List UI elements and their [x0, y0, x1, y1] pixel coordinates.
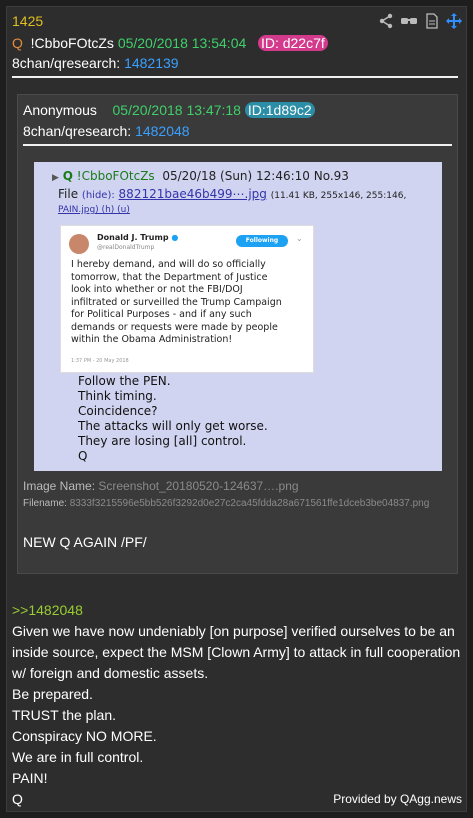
quoted-author: Anonymous — [23, 102, 97, 118]
quoted-id-badge[interactable]: ID:1d89c2 — [244, 102, 315, 118]
tweet-text: I hereby demand, and will do so official… — [71, 259, 282, 345]
quoted-board: 8chan/qresearch: — [23, 123, 132, 139]
post-toolbar — [378, 13, 462, 29]
quoted-post: Anonymous 05/20/2018 13:47:18 ID:1d89c2 … — [17, 94, 458, 574]
tweet-name: Donald J. Trump ● — [97, 233, 179, 242]
image-caption: Follow the PEN. Think timing. Coincidenc… — [78, 374, 268, 463]
collapse-arrow-icon: ▶ — [52, 173, 59, 183]
image-hide: (hide): — [81, 190, 115, 201]
image-q: Q — [62, 169, 73, 183]
body-line: We are in full control. — [12, 749, 144, 765]
image-file-info: (11.41 KB, 255x146, 255:146, — [270, 191, 407, 201]
post-number: 1425 — [12, 13, 44, 29]
glasses-icon[interactable] — [400, 13, 418, 29]
image-trip: !CbboFOtcZs — [76, 169, 155, 183]
image-name-row: Image Name: Screenshot_20180520-124637….… — [23, 479, 299, 493]
post-body: >>1482048 Given we have now undeniably [… — [12, 600, 460, 810]
tripcode: !CbboFOtcZs — [30, 35, 114, 51]
image-line-2: File (hide): 882121bae46b499⋯.jpg (11.41… — [58, 187, 406, 201]
filename-value: 8333f3215596e5bb526f3292d0e27c2ca45fdda2… — [69, 498, 430, 509]
board-name: 8chan/qresearch: — [12, 55, 121, 71]
quoted-text: NEW Q AGAIN /PF/ — [23, 534, 147, 550]
body-line: PAIN! — [12, 770, 48, 786]
post-card: 1425 Q !CbboFOtcZs 05/20/2018 13:54:04 I… — [6, 6, 467, 812]
post-datetime: 05/20/2018 13:54:04 — [117, 35, 247, 51]
tweet-follow-button: Following — [236, 235, 288, 247]
tweet-time: 1:37 PM - 20 May 2018 — [71, 358, 129, 364]
post-header: Q !CbboFOtcZs 05/20/2018 13:54:04 ID: d2… — [12, 35, 328, 51]
quoted-board-line: 8chan/qresearch: 1482048 — [23, 123, 190, 139]
header-divider — [12, 76, 458, 78]
quoted-divider — [23, 144, 452, 146]
footer-credit: Provided by QAgg.news — [333, 792, 462, 806]
body-line: TRUST the plan. — [12, 707, 117, 723]
thread-link[interactable]: 1482139 — [124, 55, 179, 71]
filename-label: Filename: — [23, 498, 67, 509]
move-icon[interactable] — [446, 13, 462, 29]
filename-row: Filename: 8333f3215596e5bb526f3292d0e27c… — [23, 498, 429, 509]
quoted-datetime: 05/20/2018 13:47:18 — [112, 102, 241, 118]
embedded-tweet: Donald J. Trump ● @realDonaldTrump Follo… — [60, 225, 314, 373]
image-filename-link: 882121bae46b499⋯.jpg — [118, 187, 267, 201]
image-file-label: File — [58, 187, 79, 201]
image-name-label: Image Name: — [23, 479, 96, 493]
verified-icon: ● — [171, 233, 179, 242]
quoted-thread-link[interactable]: 1482048 — [135, 123, 190, 139]
quoted-image[interactable]: ▶ Q !CbboFOtcZs 05/20/18 (Sun) 12:46:10 … — [34, 162, 442, 471]
image-name-value: Screenshot_20180520-124637….png — [98, 479, 299, 493]
quoted-header: Anonymous 05/20/2018 13:47:18 ID:1d89c2 — [23, 102, 315, 118]
tweet-handle: @realDonaldTrump — [97, 244, 155, 251]
tweet-avatar — [69, 234, 89, 254]
share-icon[interactable] — [378, 13, 394, 29]
body-line: inside source, expect the MSM [Clown Arm… — [12, 644, 461, 660]
body-line: Conspiracy NO MORE. — [12, 728, 157, 744]
image-line-1: ▶ Q !CbboFOtcZs 05/20/18 (Sun) 12:46:10 … — [52, 169, 349, 183]
image-date: 05/20/18 (Sun) 12:46:10 No.93 — [162, 169, 349, 183]
chevron-down-icon: ⌄ — [296, 234, 303, 243]
trip-prefix: Q — [12, 35, 23, 51]
reply-link[interactable]: >>1482048 — [12, 600, 460, 621]
post-board-line: 8chan/qresearch: 1482139 — [12, 55, 179, 71]
image-line-3: PAIN.jpg) (h) (u) — [58, 205, 130, 215]
document-icon[interactable] — [424, 13, 440, 29]
body-line: w/ foreign and domestic assets. — [12, 665, 209, 681]
post-id-badge[interactable]: ID: d22c7f — [257, 35, 328, 51]
body-line: Be prepared. — [12, 686, 93, 702]
body-line: Given we have now undeniably [on purpose… — [12, 623, 455, 639]
